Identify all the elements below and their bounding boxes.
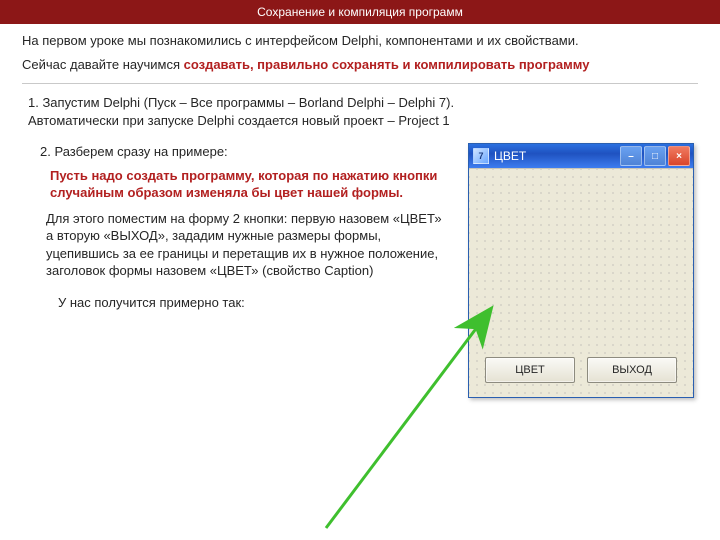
step-2-text: 2. Разберем сразу на примере: Пусть надо…	[40, 143, 450, 398]
titlebar: 7 ЦВЕТ – □ ×	[469, 144, 693, 168]
step-1: 1. Запустим Delphi (Пуск – Все программы…	[22, 94, 698, 129]
call-paragraph: Сейчас давайте научимся создавать, прави…	[22, 56, 698, 74]
step-1-line1: 1. Запустим Delphi (Пуск – Все программы…	[28, 95, 454, 110]
button-label: ВЫХОД	[612, 364, 652, 376]
window-controls: – □ ×	[620, 146, 690, 166]
maximize-icon[interactable]: □	[644, 146, 666, 166]
minimize-icon[interactable]: –	[620, 146, 642, 166]
intro-paragraph: На первом уроке мы познакомились с интер…	[22, 32, 698, 50]
step-2-task: Пусть надо создать программу, которая по…	[40, 161, 450, 210]
window-title: ЦВЕТ	[494, 149, 620, 163]
delphi-window-mock: 7 ЦВЕТ – □ × ЦВЕТ ВЫХОД	[468, 143, 694, 398]
form-designer-area: ЦВЕТ ВЫХОД	[469, 168, 693, 397]
call-plain: Сейчас давайте научимся	[22, 57, 184, 72]
step-2-body: Для этого поместим на форму 2 кнопки: пе…	[40, 210, 450, 288]
close-icon[interactable]: ×	[668, 146, 690, 166]
step-2-result: У нас получится примерно так:	[40, 288, 450, 312]
content-area: На первом уроке мы познакомились с интер…	[0, 24, 720, 398]
slide-title: Сохранение и компиляция программ	[257, 5, 463, 19]
step-1-line2: Автоматически при запуске Delphi создает…	[28, 113, 450, 128]
arrow-icon	[322, 474, 502, 539]
step-2-lead: 2. Разберем сразу на примере:	[40, 143, 450, 161]
form-button-exit[interactable]: ВЫХОД	[587, 357, 677, 383]
slide-header: Сохранение и компиляция программ	[0, 0, 720, 24]
divider	[22, 83, 698, 84]
button-label: ЦВЕТ	[515, 364, 545, 376]
call-emphasis: создавать, правильно сохранять и компили…	[184, 57, 590, 72]
form-button-color[interactable]: ЦВЕТ	[485, 357, 575, 383]
delphi-icon: 7	[473, 148, 489, 164]
